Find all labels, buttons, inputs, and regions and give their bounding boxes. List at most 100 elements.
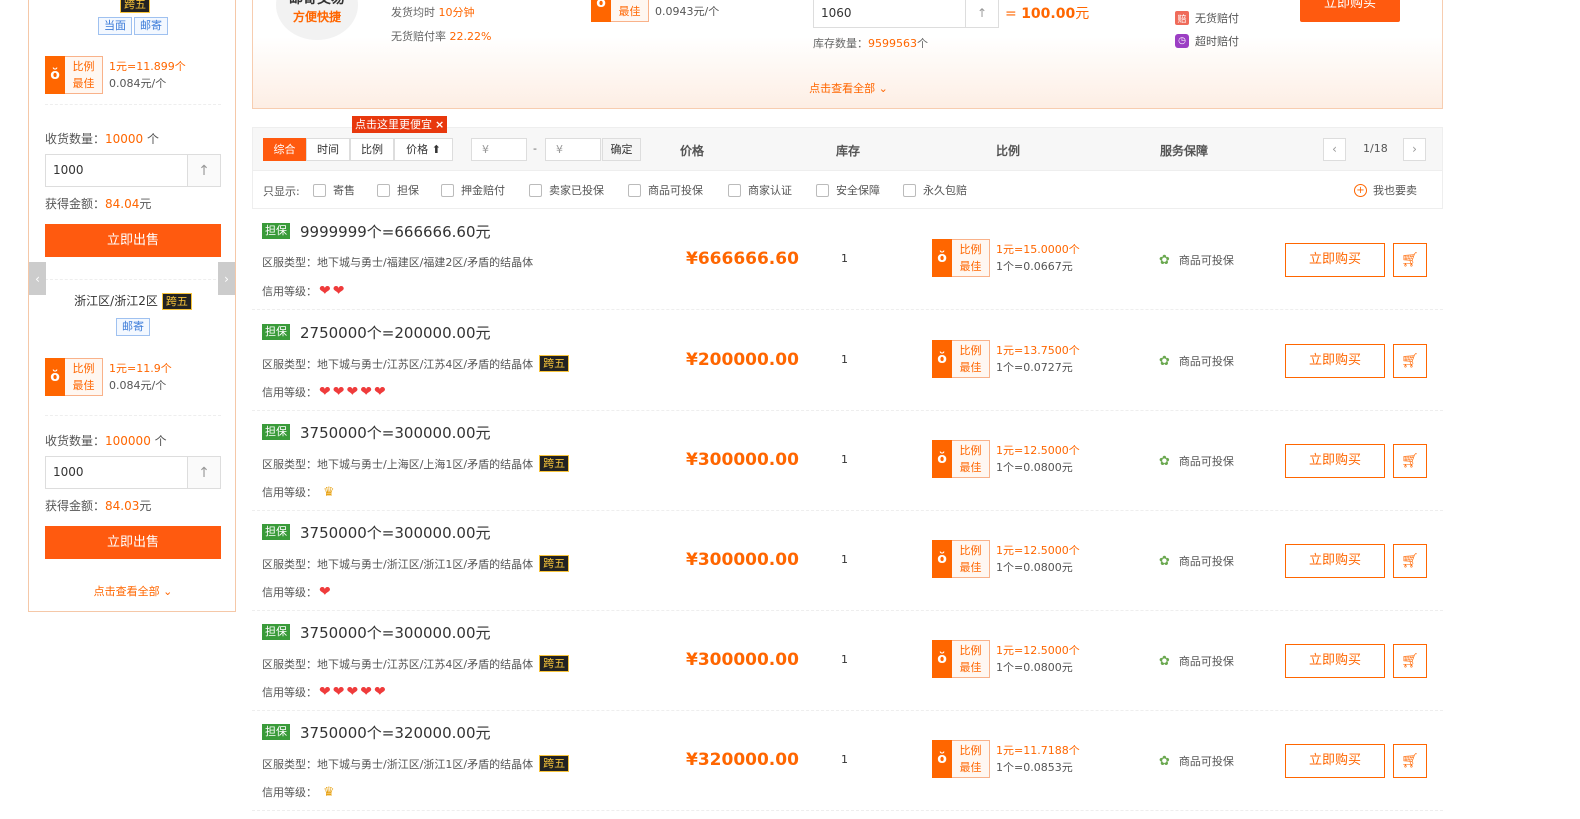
close-icon[interactable]: × (435, 118, 444, 131)
price-max-input[interactable]: ¥ (545, 138, 601, 161)
ratio-medal-icon: ŏ (45, 56, 65, 94)
view-all-link[interactable]: 点击查看全部 ⌄ (253, 80, 1444, 96)
ratio-medal-icon: ŏ (932, 340, 952, 378)
listing-price: ¥200000.00 (686, 350, 799, 370)
listing-stock: 1 (841, 553, 848, 566)
ratio-box: ŏ 比例 最佳 1元=11.7188个 1个=0.0853元 (932, 740, 1080, 778)
heart-icon: ❤ (346, 384, 359, 400)
table-row: 担保 3750000个=320000.00元 区服类型： 地下城与勇士/浙江区/浙… (252, 711, 1443, 811)
chip-face[interactable]: 当面 (98, 17, 132, 35)
flower-shield-icon: ✿ (1159, 653, 1170, 669)
filter-checkbox[interactable]: 商家认证 (728, 182, 792, 198)
credit-level: 信用等级： ♛ (262, 784, 335, 800)
filter-checkbox[interactable]: 安全保障 (816, 182, 880, 198)
cross-tag: 跨五 (539, 655, 570, 672)
carousel-prev-button[interactable]: ‹ (29, 262, 46, 295)
table-row: 担保 2750000个=200000.00元 区服类型： 地下城与勇士/江苏区/江… (252, 311, 1443, 411)
cart-button[interactable]: 🛒︎ (1393, 744, 1427, 778)
guarantee-badge: 担保 (262, 724, 290, 740)
listing-title[interactable]: 3750000个=300000.00元 (300, 522, 491, 543)
filter-checkbox[interactable]: 永久包赔 (903, 182, 967, 198)
sell-panel-top-title: 跨五 (29, 0, 237, 13)
cart-button[interactable]: 🛒︎ (1393, 544, 1427, 578)
guarantee-badge: 担保 (262, 524, 290, 540)
cart-icon: 🛒︎ (1401, 453, 1419, 469)
ratio-sub: 0.084元/个 (109, 379, 167, 392)
buy-now-button[interactable]: 立即购买 (1285, 243, 1385, 277)
cart-button[interactable]: 🛒︎ (1393, 344, 1427, 378)
quantity-input[interactable]: 1000 ↑ (45, 154, 221, 187)
stock-count: 库存数量：9599563个 (813, 37, 928, 50)
cross-tag: 跨五 (120, 0, 150, 13)
listing-title[interactable]: 3750000个=320000.00元 (300, 722, 491, 743)
clock-icon: ◷ (1175, 34, 1189, 48)
price-min-input[interactable]: ¥ (471, 138, 527, 161)
listing-title[interactable]: 3750000个=300000.00元 (300, 422, 491, 443)
chip-mail[interactable]: 邮寄 (134, 17, 168, 35)
buy-now-button[interactable]: 立即购买 (1285, 644, 1385, 678)
ratio-sub: 1个=0.0667元 (996, 260, 1073, 273)
heart-icon: ❤ (332, 384, 345, 400)
cross-tag: 跨五 (539, 355, 570, 372)
cart-button[interactable]: 🛒︎ (1393, 644, 1427, 678)
arrow-up-icon[interactable]: ↑ (965, 0, 998, 27)
page-prev-button[interactable]: ‹ (1323, 138, 1346, 161)
sell-now-button[interactable]: 立即出售 (45, 224, 221, 257)
ratio-badge: ŏ 比例最佳 (45, 56, 103, 94)
server-type: 区服类型： 地下城与勇士/福建区/福建2区/矛盾的结晶体 (262, 256, 534, 269)
ratio-badge: ŏ 比例最佳 (932, 440, 990, 478)
page-next-button[interactable]: › (1403, 138, 1426, 161)
sort-price-button[interactable]: 价格 ⬆ (394, 138, 453, 161)
chip-mail[interactable]: 邮寄 (116, 318, 150, 336)
price-confirm-button[interactable]: 确定 (602, 138, 641, 161)
server-type: 区服类型： 地下城与勇士/浙江区/浙江1区/矛盾的结晶体 跨五 (262, 555, 570, 572)
cart-button[interactable]: 🛒︎ (1393, 444, 1427, 478)
cart-icon: 🛒︎ (1401, 553, 1419, 569)
arrow-up-icon[interactable]: ↑ (187, 457, 220, 488)
buy-now-button[interactable]: 立即购买 (1285, 444, 1385, 478)
listing-title[interactable]: 9999999个=666666.60元 (300, 221, 491, 242)
filter-checkbox[interactable]: 担保 (377, 182, 419, 198)
buy-now-button[interactable]: 立即购买 (1285, 744, 1385, 778)
sort-all-button[interactable]: 综合 (263, 138, 306, 161)
carousel-next-button[interactable]: › (218, 262, 235, 295)
listing-title[interactable]: 2750000个=200000.00元 (300, 322, 491, 343)
buy-quantity-input[interactable]: 1060 ↑ (813, 0, 999, 28)
service-insurable: ✿ 商品可投保 (1159, 453, 1234, 469)
sort-time-button[interactable]: 时间 (306, 138, 350, 161)
mail-trade-logo: 邮寄交易 方便快捷 (276, 0, 358, 40)
quantity-input[interactable]: 1000 ↑ (45, 456, 221, 489)
table-row: 担保 3750000个=300000.00元 区服类型： 地下城与勇士/上海区/上… (252, 411, 1443, 511)
filter-checkbox[interactable]: 押金赔付 (441, 182, 505, 198)
listing-title[interactable]: 3750000个=300000.00元 (300, 622, 491, 643)
table-row: 担保 3750000个=300000.00元 区服类型： 地下城与勇士/浙江区/浙… (252, 511, 1443, 611)
buy-now-button[interactable]: 立即购买 (1285, 344, 1385, 378)
ratio-main: 1元=12.5000个 (996, 444, 1080, 457)
total-price: = 100.00元 (1005, 6, 1090, 22)
buy-now-button[interactable]: 立即购买 (1285, 544, 1385, 578)
cart-icon: 🛒︎ (1401, 753, 1419, 769)
listing-stock: 1 (841, 453, 848, 466)
sort-ratio-button[interactable]: 比例 (350, 138, 394, 161)
view-all-link[interactable]: 点击查看全部 ⌄ (29, 583, 237, 599)
service-insurable: ✿ 商品可投保 (1159, 252, 1234, 268)
ratio-medal-icon: ŏ (932, 740, 952, 778)
filter-checkbox[interactable]: 卖家已投保 (529, 182, 604, 198)
arrow-up-icon[interactable]: ↑ (187, 155, 220, 186)
buy-now-button[interactable]: 立即购买 (1300, 0, 1400, 22)
ratio-sub: 1个=0.0800元 (996, 561, 1073, 574)
trade-mode-chips: 邮寄 (29, 318, 237, 336)
cheaper-tip[interactable]: 点击这里更便宜 × (352, 116, 448, 133)
heart-icon: ❤ (373, 384, 386, 400)
guarantee-badge: 担保 (262, 324, 290, 340)
chevron-down-icon: ⌄ (159, 585, 173, 598)
filter-checkbox[interactable]: 商品可投保 (628, 182, 703, 198)
cart-button[interactable]: 🛒︎ (1393, 243, 1427, 277)
ratio-sub: 1个=0.0727元 (996, 361, 1073, 374)
sell-now-button[interactable]: 立即出售 (45, 526, 221, 559)
i-want-to-sell-link[interactable]: + 我也要卖 (1354, 182, 1417, 198)
filter-checkbox[interactable]: 寄售 (313, 182, 355, 198)
receive-qty: 收货数量：10000 个 (45, 132, 160, 146)
server-type: 区服类型： 地下城与勇士/江苏区/江苏4区/矛盾的结晶体 跨五 (262, 655, 570, 672)
ratio-medal-icon: ŏ (591, 0, 611, 22)
